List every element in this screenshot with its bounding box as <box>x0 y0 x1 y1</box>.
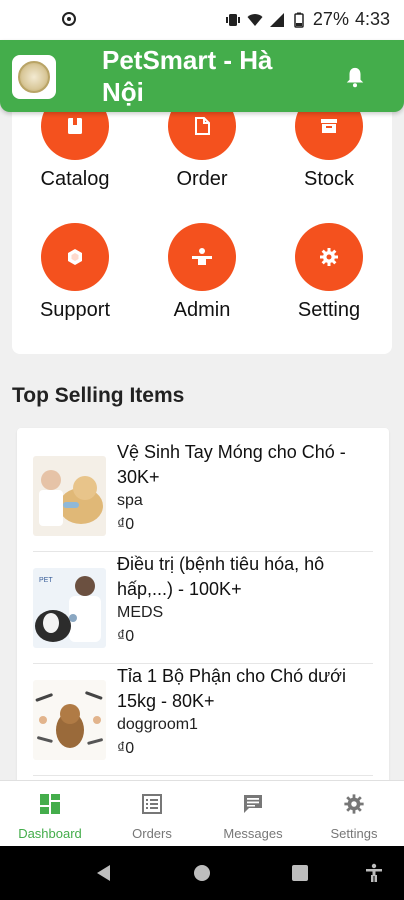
item-price: ₫0 <box>117 516 135 533</box>
app-bar: PetSmart - Hà Nội <box>0 40 404 112</box>
bell-icon[interactable] <box>344 66 366 88</box>
list-item[interactable]: PET Điều trị (bệnh tiêu hóa, hô hấp,...)… <box>33 552 373 664</box>
stock-icon <box>295 112 363 160</box>
item-category: spa <box>117 492 143 509</box>
list-item[interactable]: Tỉa 1 Bộ Phận cho Chó dưới 15kg - 80K+ d… <box>33 664 373 776</box>
tab-label: Settings <box>330 826 378 841</box>
vibrate-icon <box>225 13 240 26</box>
admin-icon <box>168 223 236 291</box>
item-price: ₫0 <box>117 628 135 645</box>
wifi-icon <box>247 13 263 26</box>
item-name: Điều trị (bệnh tiêu hóa, hô hấp,...) - 1… <box>117 554 325 599</box>
gear-icon <box>344 794 364 814</box>
dashboard-icon <box>40 794 60 814</box>
catalog-icon <box>41 112 109 160</box>
menu-label: Setting <box>297 299 361 321</box>
menu-catalog-button[interactable]: Catalog <box>20 112 130 191</box>
tab-orders[interactable]: Orders <box>107 793 197 841</box>
home-icon[interactable] <box>192 863 212 883</box>
signal-icon <box>269 12 284 27</box>
list-item[interactable]: Vệ Sinh Tay Móng cho Chó - 30K+ spa ₫0 <box>33 440 373 552</box>
recents-icon[interactable] <box>290 863 310 883</box>
item-category: MEDS <box>117 604 164 621</box>
item-name: Tỉa 1 Bộ Phận cho Chó dưới 15kg - 80K+ <box>117 666 346 711</box>
tab-label: Dashboard <box>18 826 82 841</box>
system-navigation-bar <box>0 846 404 900</box>
menu-support-button[interactable]: Support <box>20 223 130 322</box>
svg-text:PET: PET <box>39 577 53 584</box>
tab-messages[interactable]: Messages <box>208 793 298 841</box>
battery-level: 27% <box>312 9 349 29</box>
menu-grid: Catalog Order Stock Support Admin Settin… <box>12 112 392 354</box>
status-bar: 27% 4:33 <box>0 0 404 40</box>
back-icon[interactable] <box>94 863 114 883</box>
clock: 4:33 <box>354 9 390 29</box>
menu-order-button[interactable]: Order <box>147 112 257 191</box>
menu-label: Catalog <box>40 168 110 190</box>
menu-label: Stock <box>303 168 355 190</box>
item-image <box>33 680 106 760</box>
menu-stock-button[interactable]: Stock <box>274 112 384 191</box>
dashboard-content[interactable]: Catalog Order Stock Support Admin Settin… <box>0 112 404 780</box>
tab-settings[interactable]: Settings <box>309 793 399 841</box>
menu-label: Admin <box>173 299 231 321</box>
notification-icon <box>62 12 76 26</box>
tab-label: Orders <box>132 826 172 841</box>
order-icon <box>168 112 236 160</box>
accessibility-icon[interactable] <box>364 863 384 883</box>
logo-emblem-icon <box>18 61 50 93</box>
section-title: Top Selling Items <box>12 384 185 407</box>
item-price: ₫0 <box>117 740 135 757</box>
item-name: Vệ Sinh Tay Móng cho Chó - 30K+ <box>117 442 346 487</box>
item-category: doggroom1 <box>117 716 198 733</box>
tab-dashboard[interactable]: Dashboard <box>5 793 95 841</box>
support-icon <box>41 223 109 291</box>
battery-icon <box>294 12 304 28</box>
tab-label: Messages <box>223 826 283 841</box>
item-image: PET <box>33 568 106 648</box>
bottom-navigation: Dashboard Orders Messages Settings <box>0 780 404 846</box>
menu-admin-button[interactable]: Admin <box>147 223 257 322</box>
orders-icon <box>142 794 162 814</box>
setting-icon <box>295 223 363 291</box>
store-logo[interactable] <box>12 55 56 99</box>
menu-setting-button[interactable]: Setting <box>274 223 384 322</box>
menu-label: Order <box>176 168 228 190</box>
page-title: PetSmart - Hà Nội <box>102 45 273 107</box>
item-image <box>33 456 106 536</box>
menu-label: Support <box>39 299 111 321</box>
message-icon <box>244 795 262 813</box>
top-selling-list: Vệ Sinh Tay Móng cho Chó - 30K+ spa ₫0 P… <box>17 428 389 780</box>
